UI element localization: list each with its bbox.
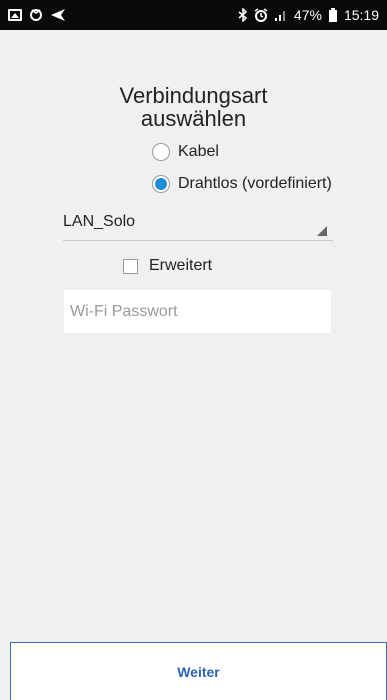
gallery-icon — [8, 9, 22, 21]
app-content: Verbindungsart auswählen Kabel Drahtlos … — [0, 30, 387, 700]
page-title-line-2: auswählen — [140, 106, 247, 131]
next-button-label: Weiter — [177, 663, 220, 680]
battery-percent: 47% — [293, 7, 322, 23]
status-left — [8, 8, 66, 22]
bluetooth-icon — [238, 8, 248, 22]
radio-option-wireless[interactable]: Drahtlos (vordefiniert) — [152, 175, 332, 193]
network-dropdown[interactable]: LAN_Solo — [63, 203, 333, 241]
status-right: 47% 15:19 — [238, 7, 379, 23]
wifi-password-input[interactable] — [64, 290, 331, 333]
clock: 15:19 — [343, 7, 379, 23]
radio-label-wireless: Drahtlos (vordefiniert) — [178, 175, 332, 192]
alarm-icon — [254, 8, 268, 22]
advanced-checkbox-label: Erweitert — [149, 257, 213, 274]
navigation-icon — [51, 9, 65, 21]
radio-label-cable: Kabel — [178, 143, 219, 160]
radio-option-cable[interactable]: Kabel — [152, 143, 219, 161]
battery-icon — [328, 7, 337, 22]
radio-button-cable[interactable] — [152, 143, 170, 161]
signal-icon — [274, 11, 285, 21]
advanced-checkbox[interactable] — [123, 258, 138, 274]
page-title: Verbindungsart auswählen — [0, 84, 387, 130]
network-sync-icon — [30, 9, 42, 21]
next-button[interactable]: Weiter — [10, 642, 387, 700]
advanced-checkbox-row[interactable]: Erweitert — [123, 257, 212, 275]
radio-button-wireless[interactable] — [152, 175, 170, 193]
network-dropdown-value: LAN_Solo — [63, 213, 136, 230]
status-bar: 47% 15:19 — [0, 0, 387, 30]
page-title-line-1: Verbindungsart — [119, 83, 268, 108]
dropdown-arrow-icon — [317, 226, 327, 236]
